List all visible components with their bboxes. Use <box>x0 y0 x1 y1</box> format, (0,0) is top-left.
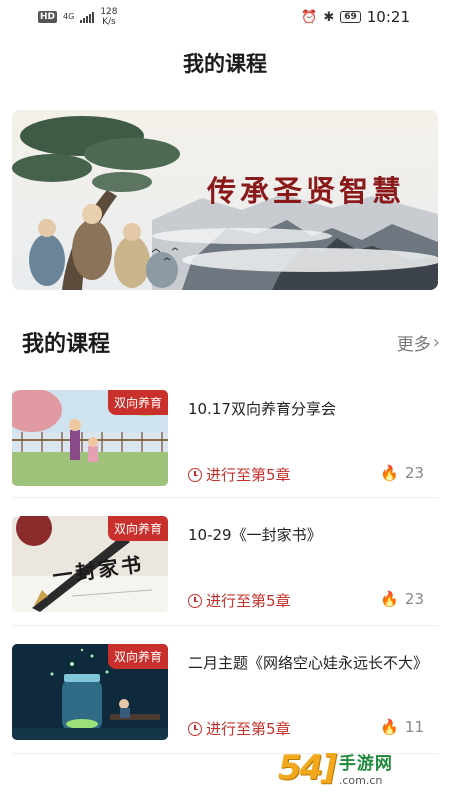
hero-banner[interactable]: 传承圣贤智慧 <box>12 110 438 290</box>
banner-title: 传承圣贤智慧 <box>207 174 406 208</box>
course-progress: 进行至第5章 <box>188 590 291 611</box>
course-item[interactable]: 一封家书 双向养育 10-29《一封家书》 进行至第5章 🔥 23 <box>12 498 438 626</box>
progress-label: 进行至第5章 <box>206 466 291 484</box>
watermark-number: 54] <box>278 748 337 788</box>
course-badge: 双向养育 <box>107 644 168 669</box>
battery-icon: 69 <box>340 11 361 23</box>
watermark-text: 手游网 .com.cn <box>339 749 393 787</box>
course-title: 10.17双向养育分享会 <box>188 400 336 418</box>
alarm-icon: ⏰ <box>301 9 318 25</box>
course-title: 二月主题《网络空心娃永远长不大》 <box>188 654 429 672</box>
course-item[interactable]: 双向养育 10.17双向养育分享会 进行至第5章 🔥 23 <box>12 372 438 498</box>
more-link[interactable]: 更多 › <box>397 330 440 355</box>
hd-icon: HD <box>38 11 58 23</box>
speed-value: 128 <box>100 7 118 17</box>
network-speed: 128 K/s <box>100 7 117 27</box>
popularity-count: 23 <box>404 590 424 608</box>
popularity-count: 23 <box>404 464 424 482</box>
watermark-en: .com.cn <box>338 774 383 787</box>
course-thumbnail: 一封家书 双向养育 <box>12 516 168 612</box>
popularity-count: 11 <box>404 718 424 736</box>
status-bar: HD 4G 128 K/s ⏰ ✱ 69 10:21 <box>0 0 450 34</box>
progress-label: 进行至第5章 <box>206 720 291 738</box>
signal-type: 4G <box>63 12 75 21</box>
course-popularity: 🔥 23 <box>380 590 424 608</box>
more-label: 更多 <box>396 334 431 355</box>
watermark-cn: 手游网 <box>338 754 393 774</box>
fire-icon: 🔥 <box>380 590 399 608</box>
bluetooth-icon: ✱ <box>323 9 335 25</box>
course-badge: 双向养育 <box>107 516 168 541</box>
signal-icon <box>80 11 95 23</box>
course-progress: 进行至第5章 <box>188 464 291 485</box>
clock-icon <box>188 721 202 736</box>
fire-icon: 🔥 <box>380 718 399 736</box>
course-thumbnail: 双向养育 <box>12 644 168 740</box>
clock-icon <box>188 467 202 482</box>
course-popularity: 🔥 11 <box>380 718 424 736</box>
section-header: 我的课程 更多 › <box>22 322 440 362</box>
course-progress: 进行至第5章 <box>188 718 291 739</box>
page-title: 我的课程 <box>183 52 267 76</box>
status-right: ⏰ ✱ 69 10:21 <box>301 8 410 26</box>
chevron-right-icon: › <box>432 331 440 353</box>
speed-unit: K/s <box>102 17 116 27</box>
fire-icon: 🔥 <box>380 464 399 482</box>
site-watermark: 54] 手游网 .com.cn <box>278 746 438 790</box>
progress-label: 进行至第5章 <box>206 592 291 610</box>
course-list: 双向养育 10.17双向养育分享会 进行至第5章 🔥 23 一封家书 双向养育 … <box>0 372 450 754</box>
course-badge: 双向养育 <box>107 390 168 415</box>
status-left: HD 4G 128 K/s <box>38 7 118 27</box>
course-thumbnail: 双向养育 <box>12 390 168 486</box>
section-title: 我的课程 <box>22 332 111 357</box>
course-item[interactable]: 双向养育 二月主题《网络空心娃永远长不大》 进行至第5章 🔥 11 <box>12 626 438 754</box>
course-title: 10-29《一封家书》 <box>188 526 322 544</box>
clock-icon <box>188 593 202 608</box>
course-popularity: 🔥 23 <box>380 464 424 482</box>
clock-time: 10:21 <box>366 8 410 26</box>
